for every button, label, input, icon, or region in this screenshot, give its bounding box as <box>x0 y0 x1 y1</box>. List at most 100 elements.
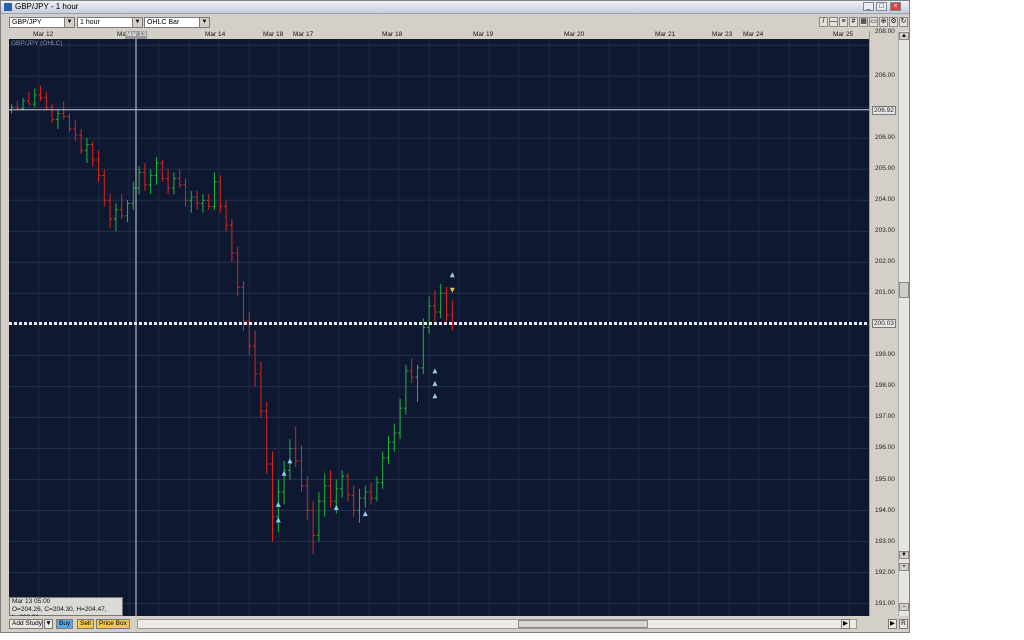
scroll-thumb[interactable] <box>518 620 648 628</box>
fibonacci-icon[interactable]: ≡ <box>839 17 848 27</box>
chevron-down-icon[interactable]: ▼ <box>132 18 142 27</box>
y-tick-label: 202.00 <box>875 258 895 266</box>
add-study-button[interactable]: Add Study <box>9 619 43 629</box>
app-icon <box>4 3 12 11</box>
x-tick-label: Mar 24 <box>743 31 764 38</box>
ohlc-bar <box>450 299 455 331</box>
ohlc-bar <box>311 501 316 554</box>
ohlc-bar <box>79 128 84 154</box>
ohlc-bar <box>113 203 118 232</box>
price-box-button[interactable]: Price Box <box>96 619 130 629</box>
buy-signal-icon <box>432 393 438 399</box>
y-tick-label: 204.00 <box>875 196 895 204</box>
ohlc-bar <box>166 169 171 195</box>
y-tick-label: 194.00 <box>875 506 895 514</box>
ohlc-bar <box>253 330 258 387</box>
ohlc-bar <box>316 491 321 542</box>
x-tick-label: Mar 23 <box>712 31 733 38</box>
buy-signal-icon <box>432 380 438 386</box>
ohlc-bar <box>270 451 275 542</box>
chevron-down-icon[interactable]: ▼ <box>64 18 74 27</box>
maximize-button[interactable]: □ <box>876 2 887 11</box>
window-title: GBP/JPY - 1 hour <box>15 2 79 11</box>
interval-select[interactable]: 1 hour ▼ <box>77 17 143 28</box>
buy-signal-icon <box>275 517 281 523</box>
ohlc-bar <box>61 101 66 120</box>
x-tick-label: Mar 18 <box>263 31 284 38</box>
ohlc-bar <box>9 104 14 114</box>
reset-button[interactable]: R <box>899 619 908 629</box>
price-chart[interactable]: GBP/JPY (OHLC) Mar 13 05:00 O=204.26, C=… <box>9 39 869 616</box>
info-time: Mar 13 05:00 <box>12 598 51 605</box>
chart-window: GBP/JPY - 1 hour _ □ × GBP/JPY ▼ 1 hour … <box>0 0 910 633</box>
y-tick-label: 206.00 <box>875 134 895 142</box>
draw-line-icon[interactable]: / <box>819 17 828 27</box>
y-tick-label: 198.00 <box>875 382 895 390</box>
ohlc-bar <box>427 296 432 334</box>
ohlc-bar <box>444 287 449 322</box>
ohlc-info-box: Mar 13 05:00 O=204.26, C=204.30, H=204.4… <box>9 597 123 616</box>
scroll-thumb[interactable] <box>899 282 909 298</box>
y-tick-label: 206.00 <box>875 72 895 80</box>
chart-plot[interactable] <box>9 39 869 616</box>
toolbar: GBP/JPY ▼ 1 hour ▼ OHLC Bar ▼ / — ≡ # ▦ … <box>1 14 909 30</box>
ohlc-bar <box>212 172 217 210</box>
ohlc-bar <box>177 169 182 188</box>
ohlc-bar <box>189 191 194 213</box>
settings-icon[interactable]: ⚙ <box>889 17 898 27</box>
interval-value: 1 hour <box>80 19 100 26</box>
buy-signal-icon <box>449 272 455 278</box>
price-axis[interactable]: 206.00 206.00 205.00 204.00 203.00 202.00 201.… <box>869 28 897 616</box>
y-tick-label: 201.00 <box>875 289 895 297</box>
ohlc-bar <box>96 150 101 182</box>
layout-icon[interactable]: ▦ <box>859 17 868 27</box>
title-bar[interactable]: GBP/JPY - 1 hour _ □ × <box>1 1 909 14</box>
ohlc-bar <box>183 178 188 207</box>
ohlc-bar <box>171 172 176 195</box>
ohlc-bar <box>351 485 356 517</box>
ohlc-bars <box>9 85 455 554</box>
ohlc-bar <box>357 488 362 523</box>
chevron-down-icon[interactable]: ▼ <box>199 18 209 27</box>
scroll-right-icon[interactable]: ▶ <box>841 619 850 629</box>
close-button[interactable]: × <box>890 2 901 11</box>
ohlc-bar <box>432 290 437 322</box>
y-tick-label: 196.00 <box>875 444 895 452</box>
refresh-icon[interactable]: ↻ <box>899 17 908 27</box>
zoom-in-icon[interactable]: ⊕ <box>879 17 888 27</box>
ohlc-bar <box>21 97 26 111</box>
grid-lines <box>9 39 869 616</box>
ohlc-bar <box>293 426 298 468</box>
ohlc-bar <box>363 485 368 508</box>
y-tick-label: 197.00 <box>875 413 895 421</box>
horizontal-scrollbar[interactable] <box>137 619 857 629</box>
horizontal-line-icon[interactable]: — <box>829 17 838 27</box>
scroll-up-icon[interactable]: ▲ <box>899 32 909 40</box>
chevron-down-icon[interactable]: ▼ <box>44 619 53 629</box>
y-tick-label: 193.00 <box>875 537 895 545</box>
window-icon[interactable]: ▭ <box>869 17 878 27</box>
symbol-select[interactable]: GBP/JPY ▼ <box>9 17 75 28</box>
scroll-end-icon[interactable]: ▶ <box>888 619 897 629</box>
chart-symbol-label: GBP/JPY (OHLC) <box>11 40 63 47</box>
grid-icon[interactable]: # <box>849 17 858 27</box>
ohlc-bar <box>392 423 397 452</box>
x-tick-label: Mar 25 <box>833 31 854 38</box>
zoom-out-icon[interactable]: − <box>899 603 909 611</box>
ohlc-bar <box>409 358 414 384</box>
x-tick-label: Mar 20 <box>564 31 585 38</box>
ohlc-bar <box>229 218 234 263</box>
sell-button[interactable]: Sell <box>77 619 94 629</box>
y-tick-label: 208.00 <box>875 28 895 35</box>
ohlc-bar <box>200 194 205 213</box>
chart-type-select[interactable]: OHLC Bar ▼ <box>144 17 210 28</box>
x-tick-label: Mar 21 <box>655 31 676 38</box>
scroll-down-icon[interactable]: ▼ <box>899 551 909 559</box>
vertical-scrollbar[interactable]: ▲ ▼ + − <box>898 31 909 616</box>
y-tick-label: 191.00 <box>875 599 895 607</box>
buy-button[interactable]: Buy <box>56 619 74 629</box>
symbol-value: GBP/JPY <box>12 19 42 26</box>
zoom-in-icon[interactable]: + <box>899 563 909 571</box>
minimize-button[interactable]: _ <box>863 2 874 11</box>
buy-signal-icon <box>362 511 368 517</box>
